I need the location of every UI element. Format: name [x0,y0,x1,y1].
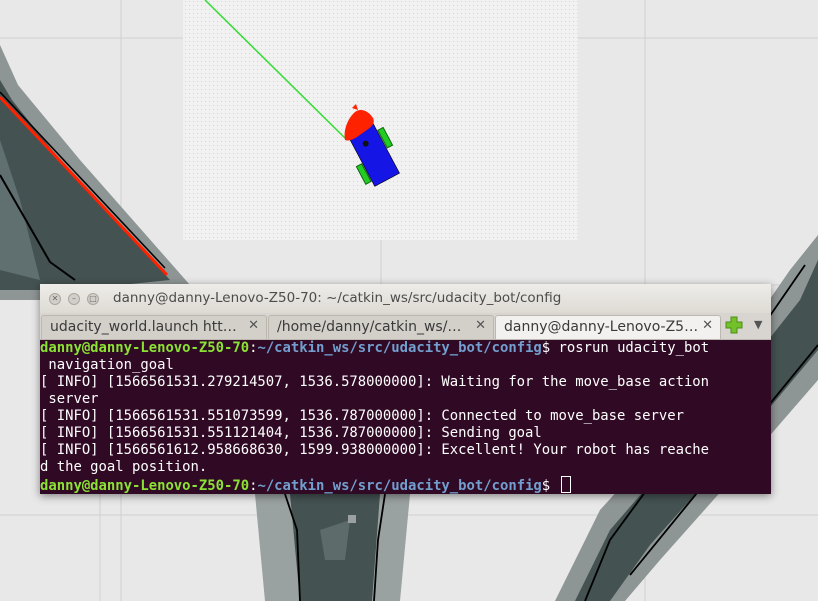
terminal-tab-bar: udacity_world.launch htt… ✕ /home/danny/… [40,313,771,340]
tab-udacity-world-launch[interactable]: udacity_world.launch htt… ✕ [41,315,267,339]
close-icon[interactable]: ✕ [475,318,486,333]
command-line: danny@danny-Lenovo-Z50-70:~/catkin_ws/sr… [40,340,710,356]
map-corridor-bottom [255,493,410,601]
plus-icon[interactable] [724,315,744,335]
output-line: d the goal position. [40,459,208,475]
tab-danny-config[interactable]: danny@danny-Lenovo-Z5… ✕ [495,315,721,339]
terminal-titlebar[interactable]: ✕ – □ danny@danny-Lenovo-Z50-70: ~/catki… [40,284,771,314]
output-line: server [40,391,99,407]
final-prompt-line[interactable]: danny@danny-Lenovo-Z50-70:~/catkin_ws/sr… [40,476,771,494]
terminal-output[interactable]: danny@danny-Lenovo-Z50-70:~/catkin_ws/sr… [40,340,771,494]
prompt-path: ~/catkin_ws/src/udacity_bot/config [257,340,542,356]
close-icon[interactable]: ✕ [248,318,259,333]
close-icon[interactable]: ✕ [702,318,713,333]
output-line: [ INFO] [1566561531.551121404, 1536.7870… [40,425,542,441]
output-line: [ INFO] [1566561531.279214507, 1536.5780… [40,374,710,390]
output-line: [ INFO] [1566561612.958668630, 1599.9380… [40,442,710,458]
close-icon[interactable]: ✕ [49,293,61,305]
window-title: danny@danny-Lenovo-Z50-70: ~/catkin_ws/s… [113,290,562,306]
minimize-icon[interactable]: – [68,293,80,305]
maximize-icon[interactable]: □ [87,293,99,305]
tab-label: /home/danny/catkin_ws/… [277,319,462,335]
prompt-user: danny@danny-Lenovo-Z50-70 [40,478,250,494]
tab-label: udacity_world.launch htt… [50,319,237,335]
tab-label: danny@danny-Lenovo-Z5… [504,319,699,335]
terminal-window[interactable]: ✕ – □ danny@danny-Lenovo-Z50-70: ~/catki… [40,284,771,494]
text-cursor [560,476,571,493]
prompt-suffix: $ [541,478,559,494]
tab-home-danny[interactable]: /home/danny/catkin_ws/… ✕ [268,315,494,339]
output-line: navigation_goal [40,357,174,373]
prompt-path: ~/catkin_ws/src/udacity_bot/config [257,478,542,494]
command-text: $ rosrun udacity_bot [541,340,710,356]
output-line: [ INFO] [1566561531.551073599, 1536.7870… [40,408,684,424]
chevron-down-icon[interactable]: ▼ [754,318,762,331]
prompt-user: danny@danny-Lenovo-Z50-70 [40,340,250,356]
